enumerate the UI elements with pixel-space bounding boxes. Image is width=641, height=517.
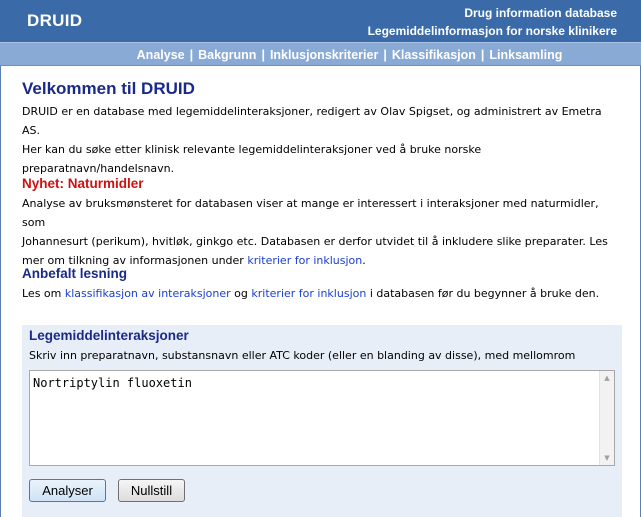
news-text-line: Analyse av bruksmønsteret for databasen … bbox=[22, 197, 599, 229]
page-title: Velkommen til DRUID bbox=[22, 79, 195, 98]
input-scrollbar[interactable]: ▲ ▼ bbox=[599, 371, 614, 465]
header-tagline-norwegian: Legemiddelinformasjon for norske klinike… bbox=[367, 24, 617, 38]
news-heading: Nyhet: Naturmidler bbox=[22, 176, 144, 191]
drug-names-input[interactable]: Nortriptylin fluoxetin bbox=[30, 371, 600, 465]
scroll-up-arrow-icon[interactable]: ▲ bbox=[600, 371, 614, 385]
drug-input-container: Nortriptylin fluoxetin ▲ ▼ bbox=[29, 370, 615, 466]
nav-link-klassifikasjon[interactable]: Klassifikasjon bbox=[392, 48, 476, 62]
news-text-line: Johannesurt (perikum), hvitløk, ginkgo e… bbox=[22, 235, 608, 248]
welcome-text-line: DRUID er en database med legemiddelinter… bbox=[22, 105, 602, 137]
nav-link-linksamling[interactable]: Linksamling bbox=[489, 48, 562, 62]
recommended-heading: Anbefalt lesning bbox=[22, 266, 128, 281]
welcome-text-line: Her kan du søke etter klinisk relevante … bbox=[22, 143, 482, 156]
link-inclusion-criteria[interactable]: kriterier for inklusjon bbox=[251, 287, 366, 300]
reset-button[interactable]: Nullstill bbox=[118, 479, 185, 502]
news-section: Nyhet: Naturmidler Analyse av bruksmønst… bbox=[22, 174, 622, 270]
nav-separator: | bbox=[383, 48, 387, 62]
header-tagline-english: Drug information database bbox=[464, 6, 617, 20]
nav-link-bakgrunn[interactable]: Bakgrunn bbox=[198, 48, 256, 62]
recommended-reading-section: Anbefalt lesning Les om klassifikasjon a… bbox=[22, 264, 599, 303]
scroll-down-arrow-icon[interactable]: ▼ bbox=[600, 451, 614, 465]
recommended-prefix: Les om bbox=[22, 287, 65, 300]
nav-separator: | bbox=[189, 48, 194, 62]
site-logo-text[interactable]: DRUID bbox=[27, 11, 82, 31]
recommended-text: Les om klassifikasjon av interaksjoner o… bbox=[22, 284, 599, 303]
link-classification[interactable]: klassifikasjon av interaksjoner bbox=[65, 287, 231, 300]
form-title: Legemiddelinteraksjoner bbox=[29, 328, 189, 343]
recommended-suffix: i databasen før du begynner å bruke den. bbox=[366, 287, 600, 300]
nav-separator: | bbox=[480, 48, 485, 62]
analyze-button[interactable]: Analyser bbox=[29, 479, 106, 502]
nav-link-inklusjonskriterier[interactable]: Inklusjonskriterier bbox=[270, 48, 378, 62]
welcome-section: Velkommen til DRUID DRUID er en database… bbox=[22, 76, 622, 178]
site-header: DRUID Drug information database Legemidd… bbox=[0, 0, 641, 42]
nav-link-analyse[interactable]: Analyse bbox=[137, 48, 185, 62]
interaction-search-form: Legemiddelinteraksjoner Skriv inn prepar… bbox=[22, 325, 622, 517]
nav-separator: | bbox=[261, 48, 265, 62]
main-navigation: Analyse | Bakgrunn | Inklusjonskriterier | Kla… bbox=[0, 42, 641, 66]
recommended-middle: og bbox=[230, 287, 252, 300]
